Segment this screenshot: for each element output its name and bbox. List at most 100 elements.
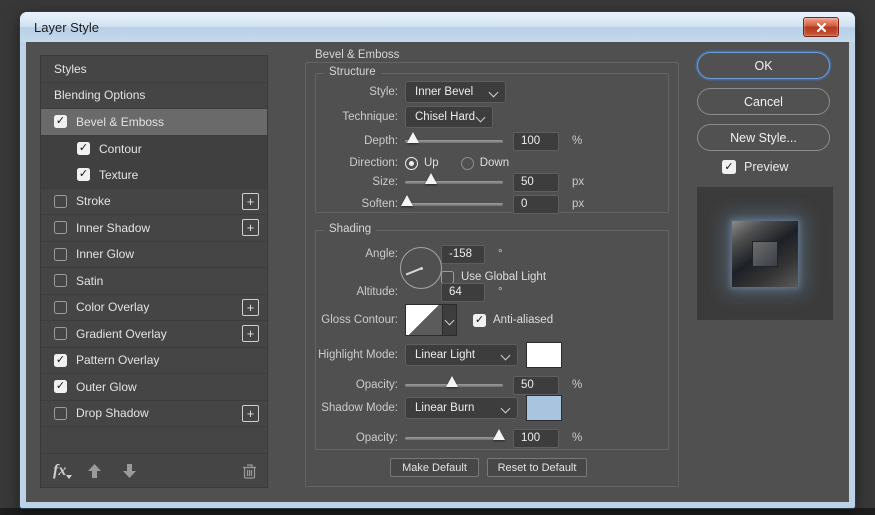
reset-to-default-button[interactable]: Reset to Default: [487, 458, 587, 477]
direction-up-radio[interactable]: [405, 156, 418, 170]
ok-button[interactable]: OK: [697, 52, 830, 79]
sidebar-item-bevel-emboss[interactable]: Bevel & Emboss: [41, 109, 267, 136]
depth-value: 100: [521, 135, 541, 147]
soften-input[interactable]: 0: [513, 194, 559, 214]
arrow-down-icon: [123, 463, 137, 478]
style-value: Inner Bevel: [415, 86, 474, 98]
shadow-mode-value: Linear Burn: [415, 402, 475, 414]
slider-thumb[interactable]: [425, 173, 438, 184]
add-effect-icon[interactable]: [242, 298, 259, 316]
dialog-title: Layer Style: [34, 19, 100, 35]
sidebar-item-label: Inner Glow: [76, 247, 135, 262]
shadow-mode-dropdown[interactable]: Linear Burn: [405, 397, 518, 419]
soften-slider[interactable]: [400, 195, 503, 211]
sidebar-item-blending-options[interactable]: Blending Options: [41, 83, 267, 109]
depth-input[interactable]: 100: [513, 131, 559, 151]
titlebar[interactable]: Layer Style: [20, 12, 855, 42]
checkbox-checked-icon[interactable]: [54, 353, 67, 367]
size-input[interactable]: 50: [513, 172, 559, 192]
size-slider[interactable]: [405, 173, 503, 189]
checkbox-checked-icon[interactable]: [77, 168, 90, 182]
cancel-button[interactable]: Cancel: [697, 88, 830, 115]
sidebar-item-drop-shadow[interactable]: Drop Shadow: [41, 401, 267, 427]
sidebar-item-label: Drop Shadow: [76, 406, 149, 421]
style-dropdown[interactable]: Inner Bevel: [405, 81, 506, 103]
fx-menu-button[interactable]: fx: [53, 462, 73, 480]
soften-unit: px: [572, 198, 585, 210]
checkbox-unchecked-icon[interactable]: [54, 327, 67, 341]
altitude-label: Altitude:: [356, 286, 398, 298]
checkbox-unchecked-icon[interactable]: [54, 274, 67, 288]
depth-slider[interactable]: [405, 132, 503, 148]
shadow-opacity-label: Opacity:: [355, 432, 398, 444]
highlight-color-swatch[interactable]: [526, 342, 562, 368]
styles-list: Styles Blending Options Bevel & Emboss C…: [40, 55, 268, 488]
new-style-button[interactable]: New Style...: [697, 124, 830, 151]
angle-unit: °: [498, 248, 503, 260]
gloss-contour-thumbnail[interactable]: [405, 304, 443, 336]
shadow-color-swatch[interactable]: [526, 395, 562, 421]
shadow-opacity-input[interactable]: 100: [513, 428, 559, 448]
preview-thumbnail: [697, 187, 833, 320]
depth-unit: %: [572, 135, 583, 147]
anti-aliased-checkbox[interactable]: [473, 313, 486, 327]
gloss-contour-dropdown[interactable]: [443, 304, 457, 336]
sidebar-item-label: Stroke: [76, 194, 111, 209]
sidebar-item-label: Blending Options: [54, 88, 146, 103]
direction-down-radio[interactable]: [460, 156, 474, 170]
chevron-down-icon: [500, 350, 511, 361]
checkbox-checked-icon[interactable]: [54, 380, 67, 394]
checkbox-checked-icon[interactable]: [54, 115, 67, 129]
sidebar-item-inner-shadow[interactable]: Inner Shadow: [41, 215, 267, 242]
technique-dropdown[interactable]: Chisel Hard: [405, 106, 493, 128]
slider-thumb[interactable]: [406, 132, 419, 143]
sidebar-item-color-overlay[interactable]: Color Overlay: [41, 295, 267, 321]
sidebar-item-label: Bevel & Emboss: [76, 114, 165, 129]
add-effect-icon[interactable]: [242, 404, 259, 422]
preview-checkbox[interactable]: [722, 160, 736, 174]
shadow-opacity-slider[interactable]: [405, 429, 506, 445]
soften-label: Soften:: [361, 198, 398, 210]
sidebar-item-inner-glow[interactable]: Inner Glow: [41, 242, 267, 268]
shadow-mode-label: Shadow Mode:: [321, 402, 398, 414]
slider-thumb[interactable]: [493, 429, 506, 440]
delete-effect-button[interactable]: [242, 463, 257, 479]
checkbox-unchecked-icon[interactable]: [54, 247, 67, 261]
checkbox-checked-icon[interactable]: [77, 142, 90, 156]
add-effect-icon[interactable]: [242, 325, 259, 343]
altitude-value: 64: [449, 286, 462, 298]
sidebar-item-label: Pattern Overlay: [76, 353, 160, 368]
sidebar-item-label: Contour: [99, 141, 142, 156]
make-default-button[interactable]: Make Default: [390, 458, 479, 477]
highlight-opacity-slider[interactable]: [405, 376, 503, 392]
sidebar-item-styles[interactable]: Styles: [41, 56, 267, 83]
add-effect-icon[interactable]: [242, 192, 259, 210]
slider-track: [405, 140, 503, 143]
highlight-opacity-input[interactable]: 50: [513, 375, 559, 395]
checkbox-unchecked-icon[interactable]: [54, 300, 67, 314]
highlight-opacity-unit: %: [572, 379, 583, 391]
close-button[interactable]: [803, 17, 839, 37]
shading-legend: Shading: [324, 223, 377, 235]
checkbox-unchecked-icon[interactable]: [54, 406, 67, 420]
checkbox-unchecked-icon[interactable]: [54, 221, 67, 235]
checkbox-unchecked-icon[interactable]: [54, 194, 67, 208]
altitude-input[interactable]: 64: [441, 282, 485, 302]
move-effect-down-button[interactable]: [123, 463, 137, 478]
sidebar-item-pattern-overlay[interactable]: Pattern Overlay: [41, 348, 267, 374]
sidebar-item-texture[interactable]: Texture: [41, 162, 267, 189]
angle-input[interactable]: -158: [441, 244, 485, 264]
sidebar-item-contour[interactable]: Contour: [41, 135, 267, 162]
sidebar-item-stroke[interactable]: Stroke: [41, 189, 267, 215]
highlight-mode-value: Linear Light: [415, 349, 476, 361]
sidebar-item-gradient-overlay[interactable]: Gradient Overlay: [41, 321, 267, 348]
sidebar-item-outer-glow[interactable]: Outer Glow: [41, 374, 267, 401]
move-effect-up-button[interactable]: [88, 463, 102, 478]
slider-thumb[interactable]: [446, 376, 459, 387]
add-effect-icon[interactable]: [242, 219, 259, 237]
slider-thumb[interactable]: [400, 195, 413, 206]
style-label: Style:: [369, 86, 398, 98]
sidebar-item-satin[interactable]: Satin: [41, 268, 267, 295]
shadow-opacity-unit: %: [572, 432, 583, 444]
highlight-mode-dropdown[interactable]: Linear Light: [405, 344, 518, 366]
